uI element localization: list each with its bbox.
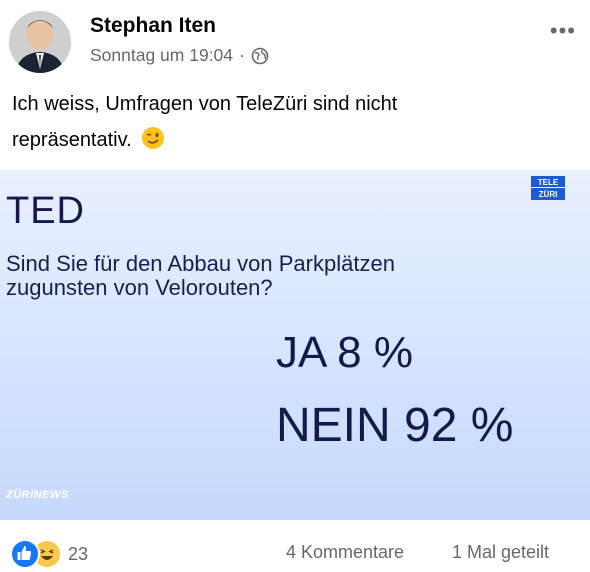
zurinews-logo: ZÜRINEWS <box>6 489 69 501</box>
poll-question-line: zugunsten von Velorouten? <box>6 275 273 300</box>
author-name[interactable]: Stephan Iten <box>90 14 216 38</box>
post-text-line: Ich weiss, Umfragen von TeleZüri sind ni… <box>12 93 398 115</box>
more-options-icon[interactable]: ••• <box>550 18 576 44</box>
comments-count-link[interactable]: 4 Kommentare <box>286 542 404 563</box>
poll-result-no: NEIN 92 % <box>276 399 514 452</box>
post-image[interactable]: TED Sind Sie für den Abbau von Parkplätz… <box>0 170 590 520</box>
meta-separator: · <box>239 45 245 65</box>
telezuri-logo: TELE ZÜRI <box>531 176 565 200</box>
poll-question-line: Sind Sie für den Abbau von Parkplätzen <box>6 251 395 276</box>
reactions-summary[interactable]: 23 <box>10 539 88 569</box>
post-timestamp[interactable]: Sonntag um 19:04 <box>90 45 233 66</box>
logo-text: ZÜRI <box>539 190 558 199</box>
winking-face-emoji <box>141 126 165 150</box>
poll-question: Sind Sie für den Abbau von Parkplätzen z… <box>6 252 395 300</box>
tv-heading: TED <box>6 190 85 232</box>
like-icon <box>10 539 40 569</box>
post-footer: 23 4 Kommentare 1 Mal geteilt <box>0 520 590 571</box>
post-text: Ich weiss, Umfragen von TeleZüri sind ni… <box>12 86 572 158</box>
post-text-content: repräsentativ. <box>12 129 132 151</box>
poll-result-yes: JA 8 % <box>276 328 413 377</box>
avatar[interactable] <box>9 11 71 73</box>
logo-text: TELE <box>538 178 559 187</box>
reaction-count: 23 <box>68 543 89 564</box>
shares-count-link[interactable]: 1 Mal geteilt <box>452 542 549 563</box>
globe-icon[interactable] <box>251 47 269 65</box>
avatar-photo <box>9 11 71 73</box>
post-text-line: repräsentativ. <box>12 122 572 158</box>
post-header: Stephan Iten Sonntag um 19:04 · ••• <box>0 0 590 86</box>
post-meta: Sonntag um 19:04 · <box>90 45 269 66</box>
